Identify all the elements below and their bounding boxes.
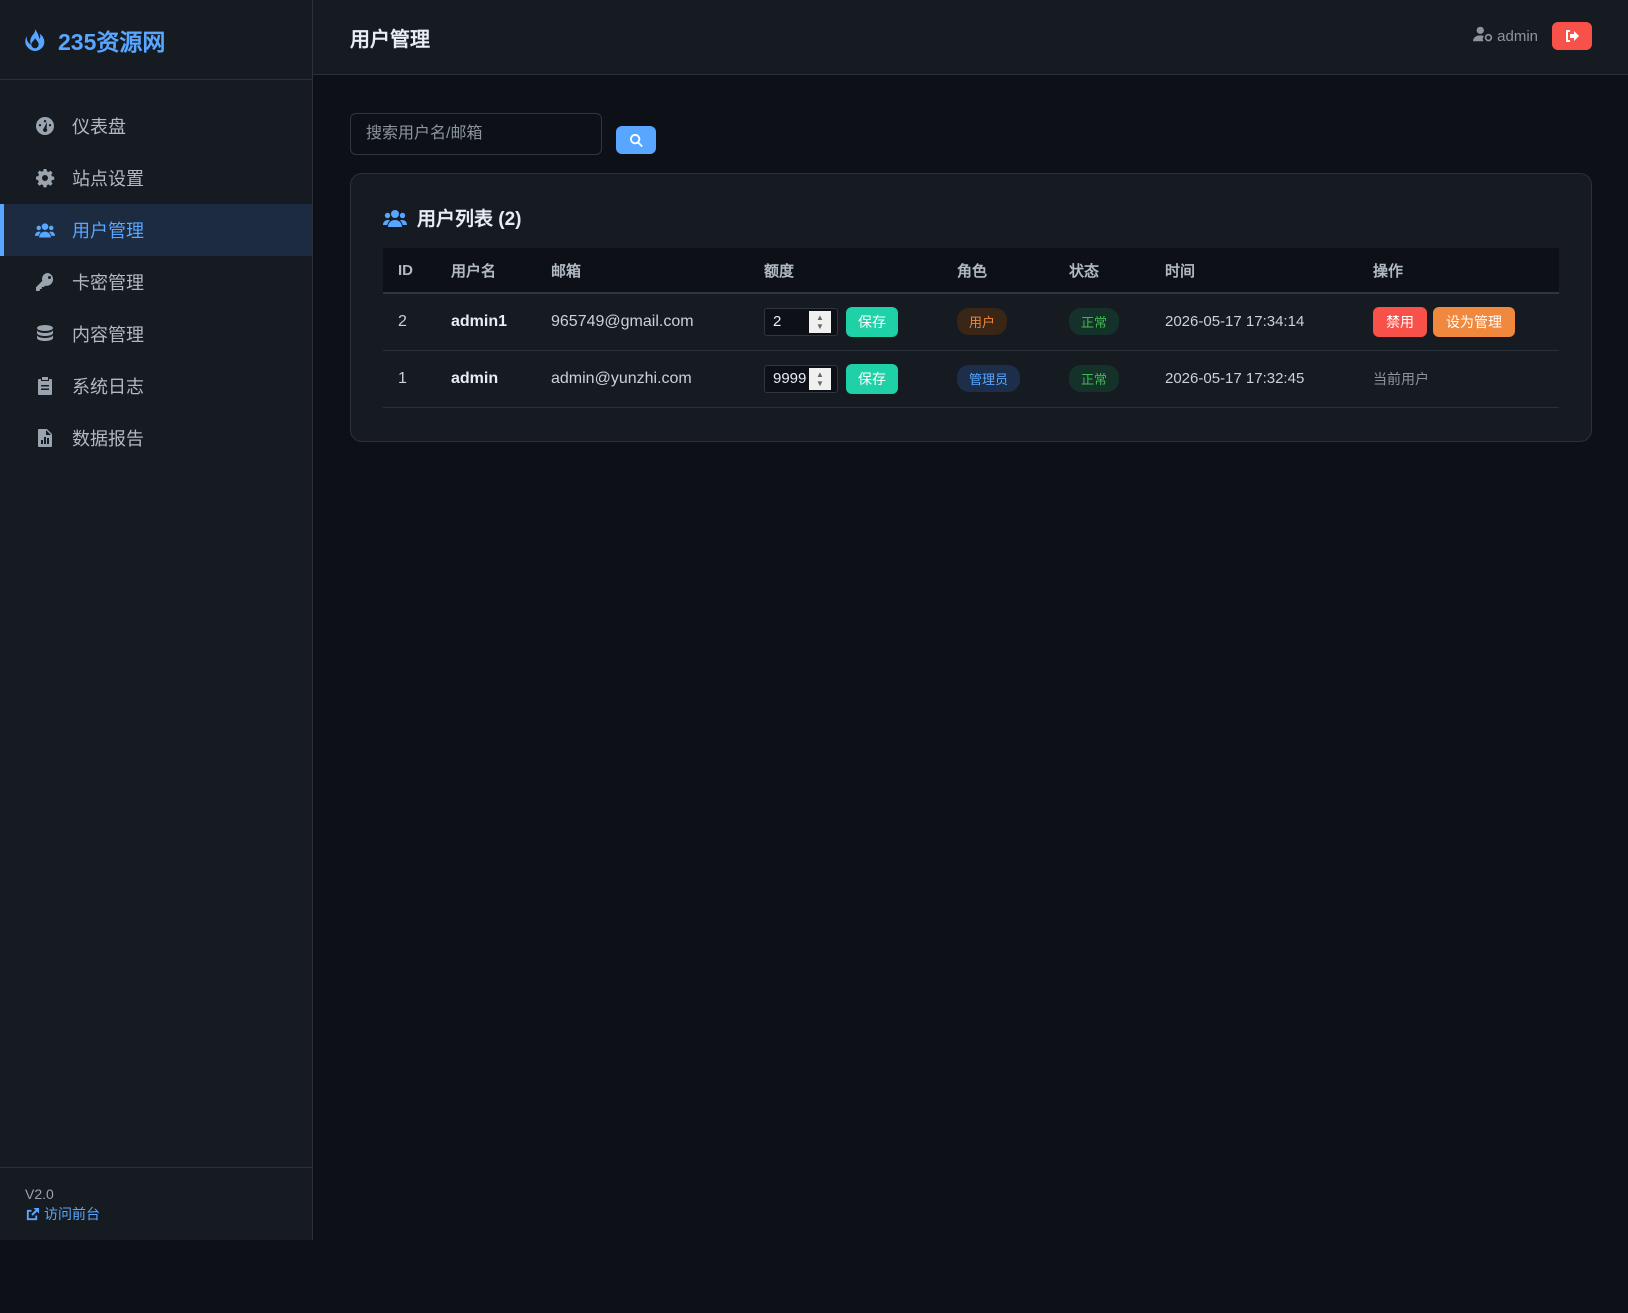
sidebar-item-label: 用户管理 — [72, 221, 144, 241]
table-header-row: ID 用户名 邮箱 额度 角色 状态 时间 操作 — [383, 248, 1559, 294]
cell-email: admin@yunzhi.com — [551, 369, 692, 387]
cell-email: 965749@gmail.com — [551, 312, 694, 330]
key-icon — [34, 271, 56, 293]
cell-status: 正常 — [1054, 293, 1150, 350]
search-icon — [629, 133, 643, 147]
role-badge: 管理员 — [957, 365, 1021, 392]
card-header: 用户列表 (2) — [383, 204, 522, 231]
quota-value: 2 — [773, 313, 782, 331]
table-row: 2 admin1 965749@gmail.com 2 ▲ ▼ 保存 用户 正常 … — [383, 293, 1559, 350]
sidebar-item-label: 内容管理 — [72, 325, 144, 345]
brand-name: 235资源网 — [58, 28, 166, 55]
user-gear-icon — [1473, 25, 1497, 48]
search-input[interactable] — [350, 113, 602, 155]
cell-role: 管理员 — [942, 350, 1054, 407]
cell-quota: 9999 ▲ ▼ 保存 — [749, 350, 942, 407]
users-icon — [383, 209, 407, 227]
sidebar-item-label: 系统日志 — [72, 377, 144, 397]
sidebar-item-label: 卡密管理 — [72, 273, 144, 293]
ban-button[interactable]: 禁用 — [1373, 306, 1427, 337]
logout-button[interactable] — [1552, 22, 1592, 50]
column-header: 邮箱 — [536, 248, 749, 294]
quota-stepper[interactable]: 9999 ▲ ▼ — [764, 364, 838, 393]
cell-time: 2026-05-17 17:34:14 — [1165, 313, 1305, 331]
visit-frontend-link[interactable]: 访问前台 — [25, 1204, 312, 1224]
sidebar-item-label: 站点设置 — [72, 169, 144, 189]
dashboard-icon — [34, 115, 56, 137]
logout-icon — [1566, 30, 1579, 42]
spinner-arrows-icon[interactable]: ▲ ▼ — [809, 310, 831, 333]
cell-time: 2026-05-17 17:32:45 — [1165, 370, 1305, 387]
user-area: admin — [1473, 22, 1592, 50]
quota-value: 9999 — [773, 370, 807, 387]
cell-actions: 禁用 设为管理 — [1358, 293, 1559, 350]
cell-status: 正常 — [1054, 350, 1150, 407]
save-quota-button[interactable]: 保存 — [846, 306, 898, 337]
sidebar-item-content[interactable]: 内容管理 — [0, 308, 312, 360]
gear-icon — [34, 167, 56, 189]
sidebar-item-label: 仪表盘 — [72, 117, 126, 137]
file-chart-icon — [34, 427, 56, 449]
status-badge: 正常 — [1069, 365, 1120, 392]
card-title: 用户列表 (2) — [417, 209, 522, 230]
role-badge: 用户 — [957, 308, 1008, 336]
users-icon — [34, 219, 56, 241]
search-bar — [350, 113, 656, 155]
user-list-card: 用户列表 (2) ID 用户名 邮箱 额度 角色 状态 时间 操作 2 admi… — [350, 173, 1592, 442]
external-link-icon — [26, 1207, 40, 1220]
sidebar-item-label: 数据报告 — [72, 429, 144, 449]
make-admin-button[interactable]: 设为管理 — [1433, 306, 1515, 337]
current-user-note: 当前用户 — [1373, 370, 1429, 387]
sidebar-item-dashboard[interactable]: 仪表盘 — [0, 100, 312, 152]
clipboard-icon — [34, 375, 56, 397]
sidebar-nav: 仪表盘 站点设置 用户管理 卡密管理 内容管理 系统日志 数据报告 — [0, 80, 312, 464]
column-header: 状态 — [1054, 248, 1150, 294]
column-header: 额度 — [749, 248, 942, 294]
visit-frontend-label: 访问前台 — [44, 1206, 100, 1222]
column-header: 时间 — [1150, 248, 1358, 294]
page-title: 用户管理 — [350, 28, 430, 51]
spinner-arrows-icon[interactable]: ▲ ▼ — [809, 367, 831, 390]
user-table: ID 用户名 邮箱 额度 角色 状态 时间 操作 2 admin1 965749… — [383, 248, 1559, 408]
sidebar-item-cards[interactable]: 卡密管理 — [0, 256, 312, 308]
cell-username: admin — [451, 369, 499, 387]
sidebar-footer: V2.0 访问前台 — [0, 1167, 312, 1240]
status-badge: 正常 — [1069, 308, 1120, 336]
save-quota-button[interactable]: 保存 — [846, 363, 898, 394]
column-header: 操作 — [1358, 248, 1559, 294]
sidebar-item-logs[interactable]: 系统日志 — [0, 360, 312, 412]
sidebar-item-site-settings[interactable]: 站点设置 — [0, 152, 312, 204]
cell-role: 用户 — [942, 293, 1054, 350]
brand[interactable]: 235资源网 — [0, 0, 312, 80]
cell-id: 2 — [398, 312, 407, 330]
topbar: 用户管理 admin — [313, 0, 1628, 75]
table-row: 1 admin admin@yunzhi.com 9999 ▲ ▼ 保存 管理员 … — [383, 350, 1559, 407]
quota-stepper[interactable]: 2 ▲ ▼ — [764, 307, 838, 336]
version-label: V2.0 — [25, 1186, 54, 1202]
sidebar-item-reports[interactable]: 数据报告 — [0, 412, 312, 464]
cell-actions: 当前用户 — [1358, 350, 1559, 407]
fire-icon — [24, 28, 46, 52]
cell-id: 1 — [398, 369, 407, 387]
column-header: 用户名 — [436, 248, 536, 294]
column-header: ID — [383, 248, 436, 294]
database-icon — [34, 323, 56, 345]
current-username: admin — [1497, 27, 1538, 45]
search-button[interactable] — [616, 126, 656, 154]
cell-username: admin1 — [451, 312, 508, 330]
cell-quota: 2 ▲ ▼ 保存 — [749, 293, 942, 350]
column-header: 角色 — [942, 248, 1054, 294]
sidebar: 235资源网 仪表盘 站点设置 用户管理 卡密管理 内容管理 系统日志 数据报告… — [0, 0, 313, 1240]
sidebar-item-users[interactable]: 用户管理 — [0, 204, 312, 256]
